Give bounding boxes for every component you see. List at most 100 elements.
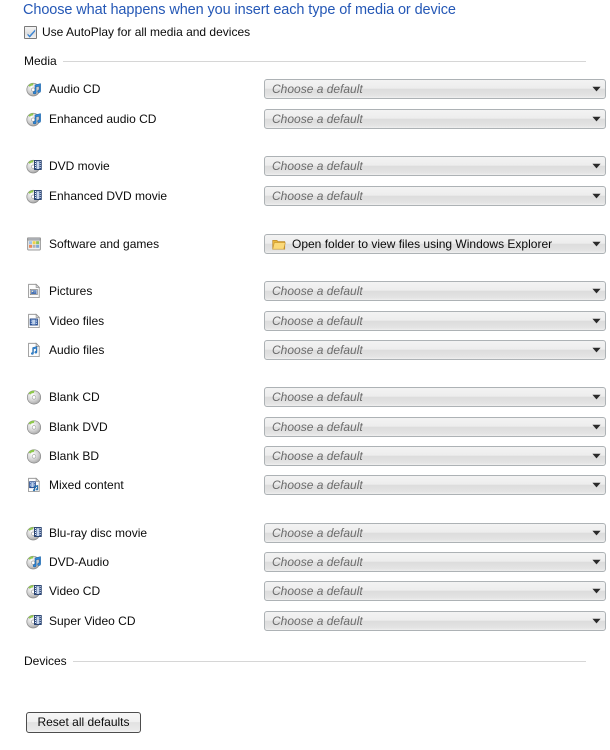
- audio-file-icon: [26, 342, 42, 358]
- dropdown-placeholder: Choose a default: [272, 420, 363, 434]
- reset-all-defaults-button[interactable]: Reset all defaults: [26, 712, 141, 733]
- checkmark-icon: [27, 28, 36, 38]
- default-action-dropdown[interactable]: Choose a default: [264, 417, 606, 437]
- chevron-down-icon[interactable]: [587, 288, 605, 294]
- chevron-down-icon: [591, 288, 601, 294]
- media-row-label: Pictures: [49, 284, 93, 298]
- chevron-down-icon[interactable]: [587, 618, 605, 624]
- default-action-dropdown[interactable]: Choose a default: [264, 387, 606, 407]
- media-row: Super Video CD Choose a default: [24, 610, 606, 632]
- media-row-label: Super Video CD: [49, 614, 136, 628]
- media-row-label: Software and games: [49, 237, 160, 251]
- media-row-label: Blank DVD: [49, 420, 108, 434]
- chevron-down-icon: [591, 394, 601, 400]
- media-row: Blu-ray disc movie Choose a default: [24, 522, 606, 544]
- section-divider-media: [62, 60, 586, 62]
- chevron-down-icon: [591, 424, 601, 430]
- chevron-down-icon[interactable]: [587, 482, 605, 488]
- default-action-dropdown[interactable]: Choose a default: [264, 475, 606, 495]
- default-action-dropdown[interactable]: Choose a default: [264, 79, 606, 99]
- chevron-down-icon: [591, 588, 601, 594]
- media-row: Video CD Choose a default: [24, 580, 606, 602]
- dropdown-value: Open folder to view files using Windows …: [292, 237, 553, 251]
- media-row-label: Blank BD: [49, 449, 100, 463]
- default-action-dropdown[interactable]: Choose a default: [264, 109, 606, 129]
- default-action-dropdown[interactable]: Choose a default: [264, 156, 606, 176]
- autoplay-checkbox-row[interactable]: Use AutoPlay for all media and devices: [24, 25, 250, 39]
- chevron-down-icon[interactable]: [587, 318, 605, 324]
- media-row: Audio CD Choose a default: [24, 78, 606, 100]
- folder-icon: [272, 238, 286, 251]
- media-row-label: Video files: [49, 314, 105, 328]
- media-row-label: DVD movie: [49, 159, 110, 173]
- chevron-down-icon[interactable]: [587, 163, 605, 169]
- chevron-down-icon[interactable]: [587, 453, 605, 459]
- blank-disc-icon: [26, 448, 42, 464]
- chevron-down-icon[interactable]: [587, 193, 605, 199]
- default-action-dropdown[interactable]: Choose a default: [264, 581, 606, 601]
- folder-icon: [272, 239, 286, 250]
- dropdown-placeholder: Choose a default: [272, 614, 363, 628]
- chevron-down-icon: [591, 618, 601, 624]
- disc-film-icon: [26, 188, 42, 204]
- default-action-dropdown[interactable]: Choose a default: [264, 446, 606, 466]
- media-row-label: Mixed content: [49, 478, 124, 492]
- media-row: Mixed content Choose a default: [24, 474, 606, 496]
- chevron-down-icon[interactable]: [587, 530, 605, 536]
- dropdown-placeholder: Choose a default: [272, 478, 363, 492]
- blank-disc-icon: [26, 389, 42, 405]
- dropdown-placeholder: Choose a default: [272, 390, 363, 404]
- dropdown-placeholder: Choose a default: [272, 189, 363, 203]
- dropdown-placeholder: Choose a default: [272, 449, 363, 463]
- disc-film-icon: [26, 613, 42, 629]
- chevron-down-icon: [591, 163, 601, 169]
- chevron-down-icon: [591, 116, 601, 122]
- media-row: Enhanced DVD movie Choose a default: [24, 185, 606, 207]
- dropdown-placeholder: Choose a default: [272, 314, 363, 328]
- chevron-down-icon[interactable]: [587, 86, 605, 92]
- section-divider-devices: [72, 660, 586, 662]
- dropdown-placeholder: Choose a default: [272, 584, 363, 598]
- media-row: Video files Choose a default: [24, 310, 606, 332]
- chevron-down-icon[interactable]: [587, 559, 605, 565]
- chevron-down-icon: [591, 559, 601, 565]
- chevron-down-icon[interactable]: [587, 394, 605, 400]
- dropdown-placeholder: Choose a default: [272, 112, 363, 126]
- media-row-label: Audio CD: [49, 82, 101, 96]
- chevron-down-icon: [591, 193, 601, 199]
- media-row-label: Audio files: [49, 343, 105, 357]
- default-action-dropdown[interactable]: Choose a default: [264, 281, 606, 301]
- default-action-dropdown[interactable]: Choose a default: [264, 186, 606, 206]
- chevron-down-icon[interactable]: [587, 588, 605, 594]
- media-row: DVD movie Choose a default: [24, 155, 606, 177]
- dropdown-placeholder: Choose a default: [272, 284, 363, 298]
- default-action-dropdown[interactable]: Choose a default: [264, 611, 606, 631]
- media-row: Software and games Open folder to view f…: [24, 233, 606, 255]
- chevron-down-icon[interactable]: [587, 241, 605, 247]
- chevron-down-icon[interactable]: [587, 347, 605, 353]
- default-action-dropdown[interactable]: Choose a default: [264, 340, 606, 360]
- default-action-dropdown[interactable]: Open folder to view files using Windows …: [264, 234, 606, 254]
- section-label-devices: Devices: [24, 654, 67, 668]
- default-action-dropdown[interactable]: Choose a default: [264, 523, 606, 543]
- section-header-media: Media: [24, 54, 586, 68]
- media-row-label: Video CD: [49, 584, 101, 598]
- media-row-label: Blank CD: [49, 390, 100, 404]
- media-row-label: DVD-Audio: [49, 555, 110, 569]
- media-row-label: Blu-ray disc movie: [49, 526, 148, 540]
- chevron-down-icon[interactable]: [587, 424, 605, 430]
- media-row-label: Enhanced audio CD: [49, 112, 157, 126]
- default-action-dropdown[interactable]: Choose a default: [264, 552, 606, 572]
- media-row: Blank BD Choose a default: [24, 445, 606, 467]
- disc-film-icon: [26, 583, 42, 599]
- dropdown-placeholder: Choose a default: [272, 82, 363, 96]
- media-row: DVD-Audio Choose a default: [24, 551, 606, 573]
- mixed-content-icon: [26, 477, 42, 493]
- chevron-down-icon: [591, 453, 601, 459]
- section-header-devices: Devices: [24, 654, 586, 668]
- default-action-dropdown[interactable]: Choose a default: [264, 311, 606, 331]
- dropdown-placeholder: Choose a default: [272, 159, 363, 173]
- autoplay-checkbox[interactable]: [24, 25, 37, 39]
- media-row: Blank CD Choose a default: [24, 386, 606, 408]
- chevron-down-icon[interactable]: [587, 116, 605, 122]
